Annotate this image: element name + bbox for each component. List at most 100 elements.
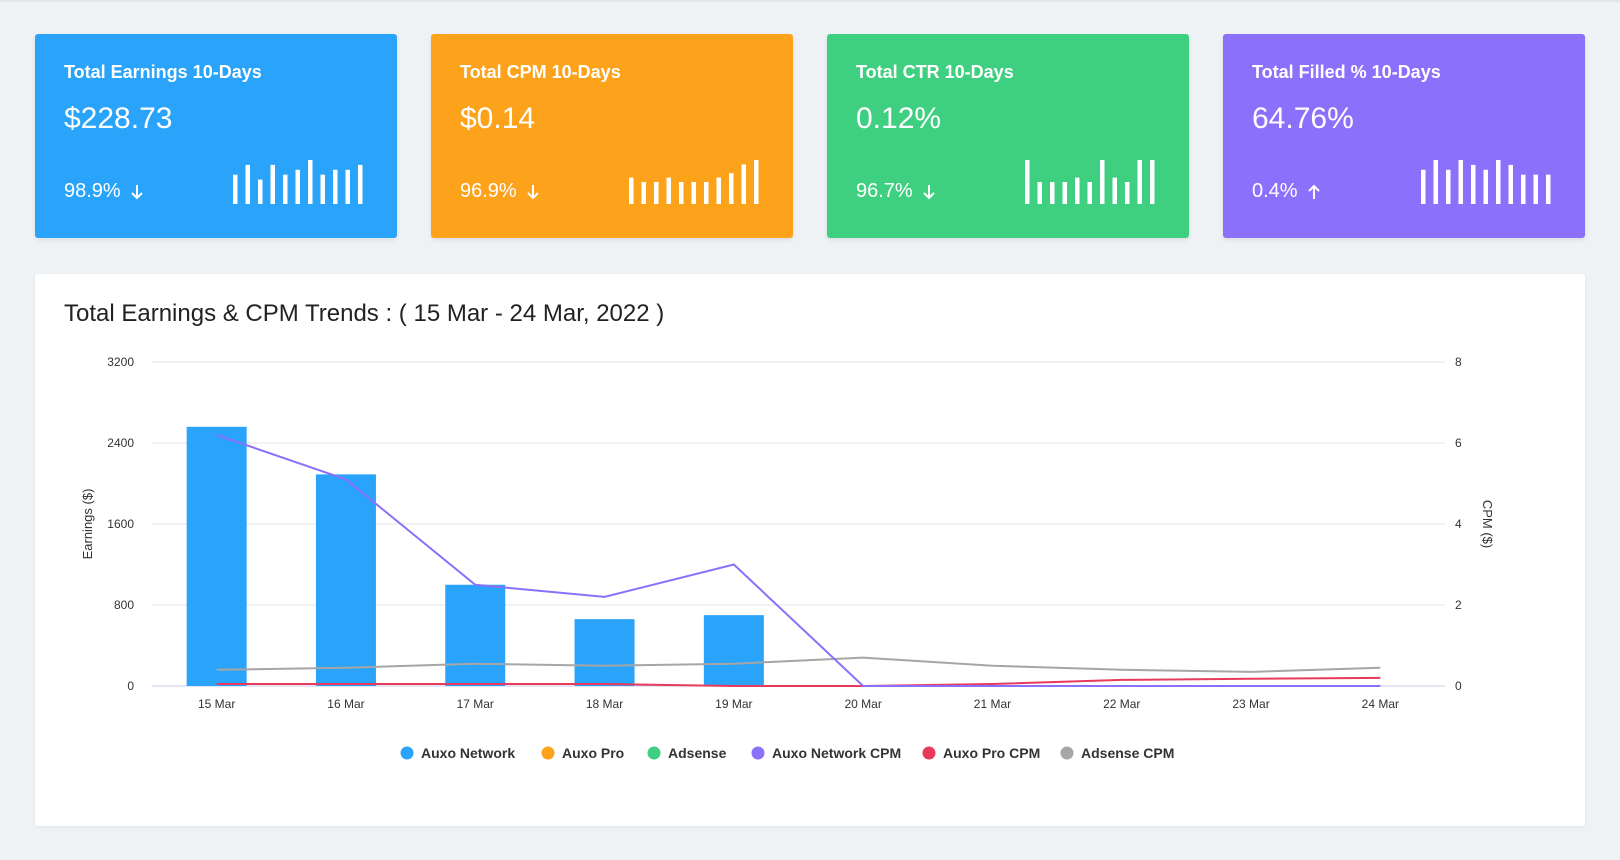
sparkline-bar bbox=[1471, 164, 1476, 204]
earnings-cpm-chart: 0 800 1600 2400 3200 0 2 4 6 8 15 Mar 16 Mar 17 Mar 1… bbox=[80, 355, 1495, 761]
arrow-down-icon bbox=[131, 184, 143, 199]
y2-tick-label: 6 bbox=[1455, 436, 1462, 450]
sparkline-bar bbox=[716, 177, 721, 204]
sparkline-bar bbox=[233, 174, 238, 204]
sparkline-bar bbox=[1433, 160, 1438, 204]
sparkline-bar bbox=[1496, 160, 1501, 204]
card-change: 0.4% bbox=[1252, 180, 1322, 203]
legend-label: Auxo Network bbox=[421, 745, 515, 761]
sparkline-bar bbox=[1125, 182, 1130, 204]
x-tick-label: 19 Mar bbox=[715, 697, 752, 711]
sparkline-bar bbox=[729, 173, 734, 204]
legend-marker bbox=[400, 746, 414, 760]
legend-item[interactable]: Adsense bbox=[647, 745, 727, 761]
legend-item[interactable]: Auxo Network CPM bbox=[751, 745, 902, 761]
sparkline bbox=[233, 160, 363, 204]
bar-auxo-network[interactable] bbox=[703, 615, 764, 686]
sparkline-bar bbox=[258, 179, 263, 204]
bar-auxo-network[interactable] bbox=[315, 474, 376, 686]
card-value: $228.73 bbox=[64, 102, 173, 135]
card-value: $0.14 bbox=[460, 102, 536, 135]
kpi-card-total-cpm: Total CPM 10-Days $0.14 96.9% bbox=[431, 34, 793, 238]
card-change: 96.9% bbox=[460, 180, 541, 203]
sparkline-bar bbox=[654, 182, 659, 204]
line-adsense-cpm[interactable] bbox=[216, 656, 1381, 673]
x-tick-label: 16 Mar bbox=[327, 697, 364, 711]
y-tick-label: 2400 bbox=[107, 436, 134, 450]
earnings-cpm-trends-panel: Total Earnings & CPM Trends : ( 15 Mar -… bbox=[35, 274, 1585, 826]
legend-item[interactable]: Auxo Pro CPM bbox=[922, 745, 1041, 761]
kpi-card-total-filled: Total Filled % 10-Days 64.76% 0.4% bbox=[1223, 34, 1585, 238]
sparkline-bar bbox=[333, 169, 338, 204]
line-auxo-network-cpm[interactable] bbox=[216, 433, 1381, 687]
bar-auxo-network[interactable] bbox=[445, 584, 506, 686]
legend-label: Auxo Pro CPM bbox=[943, 745, 1040, 761]
sparkline-bar bbox=[1087, 182, 1092, 204]
legend-item[interactable]: Auxo Pro bbox=[541, 745, 625, 761]
y-tick-label: 3200 bbox=[107, 355, 134, 369]
sparkline-bar bbox=[679, 182, 684, 204]
sparkline-bar bbox=[691, 182, 696, 204]
x-tick-label: 18 Mar bbox=[586, 697, 623, 711]
card-title: Total Filled % 10-Days bbox=[1252, 62, 1441, 82]
x-tick-label: 24 Mar bbox=[1362, 697, 1399, 711]
card-change-value: 98.9% bbox=[64, 180, 121, 202]
y-tick-label: 0 bbox=[127, 679, 134, 693]
legend-item[interactable]: Adsense CPM bbox=[1060, 745, 1175, 761]
sparkline-bar bbox=[1533, 174, 1538, 204]
line-auxo-pro-cpm[interactable] bbox=[216, 676, 1381, 687]
sparkline-bar bbox=[1546, 174, 1551, 204]
legend-marker bbox=[922, 746, 936, 760]
sparkline-bar bbox=[308, 160, 313, 204]
top-divider bbox=[0, 0, 1620, 2]
sparkline-bar bbox=[1150, 160, 1155, 204]
bar-auxo-network[interactable] bbox=[574, 619, 635, 686]
sparkline-bar bbox=[1025, 160, 1030, 204]
card-change: 98.9% bbox=[64, 180, 145, 203]
sparkline-bar bbox=[1050, 182, 1055, 204]
y2-axis-title: CPM ($) bbox=[1480, 500, 1495, 548]
sparkline-bar bbox=[1483, 169, 1488, 204]
y2-tick-label: 0 bbox=[1455, 679, 1462, 693]
legend-item[interactable]: Auxo Network bbox=[400, 745, 516, 761]
sparkline-bar bbox=[345, 169, 350, 204]
legend-label: Adsense bbox=[668, 745, 727, 761]
legend-marker bbox=[751, 746, 765, 760]
legend-label: Auxo Pro bbox=[562, 745, 624, 761]
sparkline-bar bbox=[245, 164, 250, 204]
sparkline-bar bbox=[1062, 182, 1067, 204]
card-title: Total CPM 10-Days bbox=[460, 62, 621, 82]
sparkline-bar bbox=[1446, 169, 1451, 204]
legend-marker bbox=[647, 746, 661, 760]
y2-tick-label: 2 bbox=[1455, 598, 1462, 612]
x-tick-label: 21 Mar bbox=[974, 697, 1011, 711]
legend-label: Adsense CPM bbox=[1081, 745, 1174, 761]
card-change-value: 96.9% bbox=[460, 180, 517, 202]
card-title: Total CTR 10-Days bbox=[856, 62, 1014, 82]
card-title: Total Earnings 10-Days bbox=[64, 62, 262, 82]
sparkline-bar bbox=[270, 164, 275, 204]
sparkline-bar bbox=[358, 164, 363, 204]
legend-marker bbox=[541, 746, 555, 760]
arrow-up-icon bbox=[1307, 184, 1320, 199]
legend-marker bbox=[1060, 746, 1074, 760]
bar-auxo-network[interactable] bbox=[186, 426, 247, 686]
y-axis-title: Earnings ($) bbox=[80, 489, 95, 560]
y2-tick-label: 4 bbox=[1455, 517, 1462, 531]
y-tick-label: 1600 bbox=[107, 517, 134, 531]
card-value: 0.12% bbox=[856, 102, 942, 135]
sparkline-bar bbox=[1421, 169, 1426, 204]
sparkline-bar bbox=[1112, 177, 1117, 204]
kpi-card-total-earnings: Total Earnings 10-Days $228.73 98.9% bbox=[35, 34, 397, 238]
x-tick-label: 23 Mar bbox=[1232, 697, 1269, 711]
sparkline-bar bbox=[1037, 182, 1042, 204]
legend-label: Auxo Network CPM bbox=[772, 745, 901, 761]
y-tick-label: 800 bbox=[114, 598, 134, 612]
sparkline-bar bbox=[1075, 177, 1080, 204]
x-tick-label: 17 Mar bbox=[457, 697, 494, 711]
sparkline-bar bbox=[295, 169, 300, 204]
sparkline bbox=[1025, 160, 1155, 204]
y2-tick-label: 8 bbox=[1455, 355, 1462, 369]
sparkline-bar bbox=[704, 182, 709, 204]
card-change-value: 96.7% bbox=[856, 180, 913, 202]
